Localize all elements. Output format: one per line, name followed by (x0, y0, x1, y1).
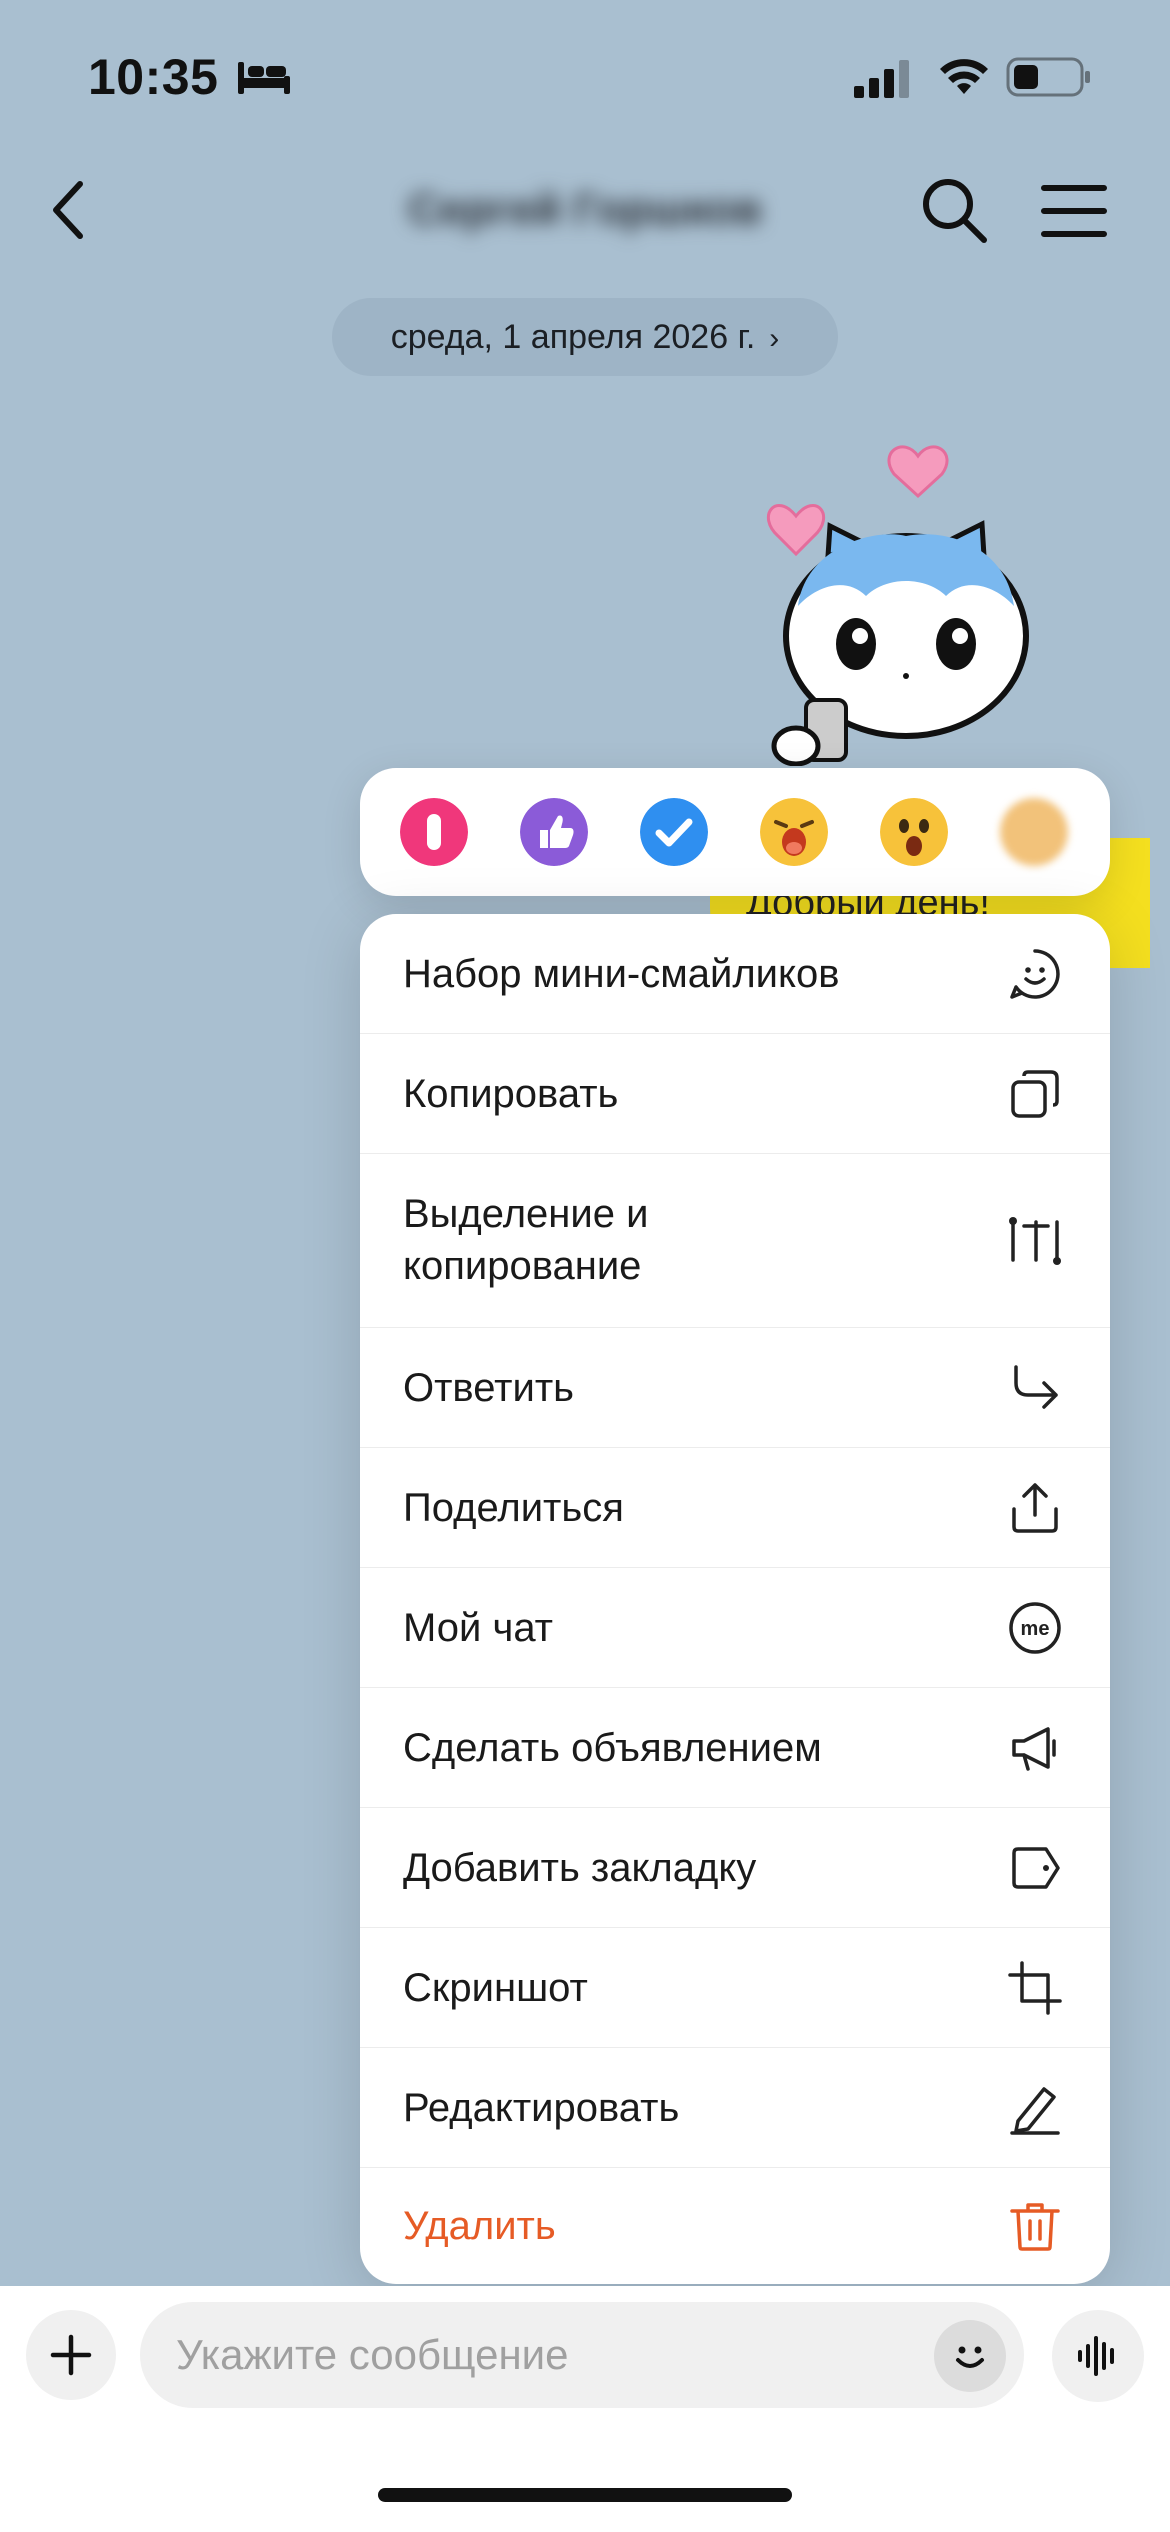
menu-item-label: Поделиться (403, 1486, 624, 1530)
svg-text:me: me (1021, 1618, 1050, 1640)
status-bar: 10:35 (0, 0, 1170, 150)
pencil-icon (1010, 2087, 1060, 2135)
menu-item-label: Скриншот (403, 1966, 588, 2010)
surprised-reaction[interactable] (880, 798, 948, 866)
voice-icon (1078, 2336, 1114, 2376)
wifi-icon (940, 59, 988, 94)
menu-item-select-copy[interactable]: Выделение и копирование (360, 1154, 1110, 1328)
reply-icon (1014, 1365, 1058, 1409)
blurred-reaction[interactable] (1000, 798, 1068, 866)
context-menu: Набор мини-смайликов Копировать Выделени… (360, 914, 1110, 2284)
smiley-icon (1010, 949, 1060, 999)
cat-sticker[interactable] (756, 436, 1056, 766)
menu-item-screenshot[interactable]: Скриншот (360, 1928, 1110, 2048)
voice-message-button[interactable] (1052, 2310, 1144, 2402)
menu-item-label: Мой чат (403, 1606, 553, 1650)
check-reaction[interactable] (640, 798, 708, 866)
menu-item-copy[interactable]: Копировать (360, 1034, 1110, 1154)
emoji-icon (956, 2346, 984, 2368)
search-icon[interactable] (918, 174, 990, 246)
crop-icon (1008, 1961, 1062, 2015)
menu-item-label: Набор мини-смайликов (403, 952, 840, 996)
signal-icon (854, 60, 909, 98)
menu-item-bookmark[interactable]: Добавить закладку (360, 1808, 1110, 1928)
emoji-button[interactable] (934, 2320, 1006, 2392)
message-input[interactable] (140, 2302, 1024, 2408)
reaction-bar (360, 768, 1110, 896)
laugh-reaction[interactable] (760, 798, 828, 866)
date-pill[interactable]: среда, 1 апреля 2026 г. › (332, 298, 838, 376)
thumbs-up-reaction[interactable] (520, 798, 588, 866)
menu-item-announcement[interactable]: Сделать объявлением (360, 1688, 1110, 1808)
text-select-icon (1009, 1217, 1061, 1265)
status-time: 10:35 (88, 49, 219, 105)
menu-item-my-chat[interactable]: Мой чат me (360, 1568, 1110, 1688)
menu-item-label: Ответить (403, 1366, 574, 1410)
share-icon (1012, 1483, 1058, 1533)
menu-item-edit[interactable]: Редактировать (360, 2048, 1110, 2168)
date-label: среда, 1 апреля 2026 г. (390, 318, 756, 356)
menu-item-label: Редактировать (403, 2086, 680, 2130)
plus-icon (50, 2334, 92, 2376)
bookmark-tag-icon (1012, 1847, 1060, 1889)
menu-item-mini-emoji[interactable]: Набор мини-смайликов (360, 914, 1110, 1034)
megaphone-icon (1012, 1727, 1056, 1771)
me-icon: me (1009, 1602, 1061, 1654)
home-indicator (378, 2488, 792, 2502)
heart-reaction[interactable] (400, 798, 468, 866)
chat-title[interactable]: Сергей Горшков (380, 180, 790, 240)
back-icon[interactable] (38, 170, 108, 250)
menu-item-share[interactable]: Поделиться (360, 1448, 1110, 1568)
menu-item-label: Удалить (403, 2204, 556, 2248)
chevron-right-icon: › (769, 322, 780, 355)
menu-item-label: Выделение и копирование (403, 1192, 649, 1288)
menu-item-label: Добавить закладку (403, 1846, 757, 1890)
menu-item-label: Копировать (403, 1072, 619, 1116)
copy-icon (1011, 1070, 1059, 1118)
add-attachment-button[interactable] (26, 2310, 116, 2400)
trash-icon (1010, 2203, 1060, 2251)
menu-item-label: Сделать объявлением (403, 1726, 822, 1770)
battery-icon (1006, 57, 1090, 97)
menu-item-delete[interactable]: Удалить (360, 2168, 1110, 2284)
hamburger-menu-icon[interactable] (1038, 178, 1110, 244)
menu-item-reply[interactable]: Ответить (360, 1328, 1110, 1448)
bed-icon (238, 62, 290, 94)
chat-header: Сергей Горшков (0, 150, 1170, 270)
